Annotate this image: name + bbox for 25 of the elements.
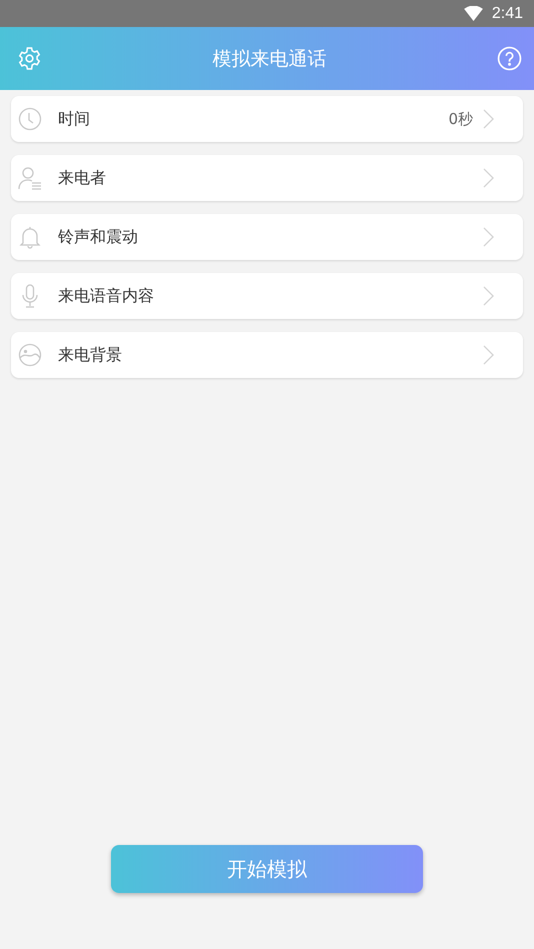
settings-row[interactable]: 来电语音内容 [11, 273, 523, 319]
row-label: 铃声和震动 [58, 226, 139, 248]
chevron-icon [483, 168, 494, 188]
help-icon[interactable] [497, 46, 522, 71]
row-label: 来电者 [58, 168, 107, 188]
chevron-icon [483, 227, 494, 247]
bell-icon [18, 225, 42, 249]
row-label: 来电背景 [58, 344, 123, 366]
wifi-icon [464, 6, 483, 21]
settings-row[interactable]: 时间 0秒 [11, 96, 523, 142]
settings-icon[interactable] [17, 46, 42, 71]
person-icon [18, 166, 42, 190]
screen-title: 模拟来电通话 [212, 46, 326, 72]
row-label: 时间 [58, 108, 91, 130]
settings-row[interactable]: 铃声和震动 [11, 214, 523, 260]
settings-row[interactable]: 来电背景 [11, 332, 523, 378]
clock-time: 2:41 [492, 4, 523, 22]
chevron-icon [483, 345, 494, 365]
row-label: 来电语音内容 [58, 286, 155, 306]
picture-icon [18, 343, 42, 367]
chevron-icon [483, 286, 494, 306]
row-value: 0秒 [448, 110, 473, 128]
clock-icon [18, 107, 42, 131]
chevron-icon [483, 109, 494, 129]
settings-row[interactable]: 来电者 [11, 155, 523, 201]
